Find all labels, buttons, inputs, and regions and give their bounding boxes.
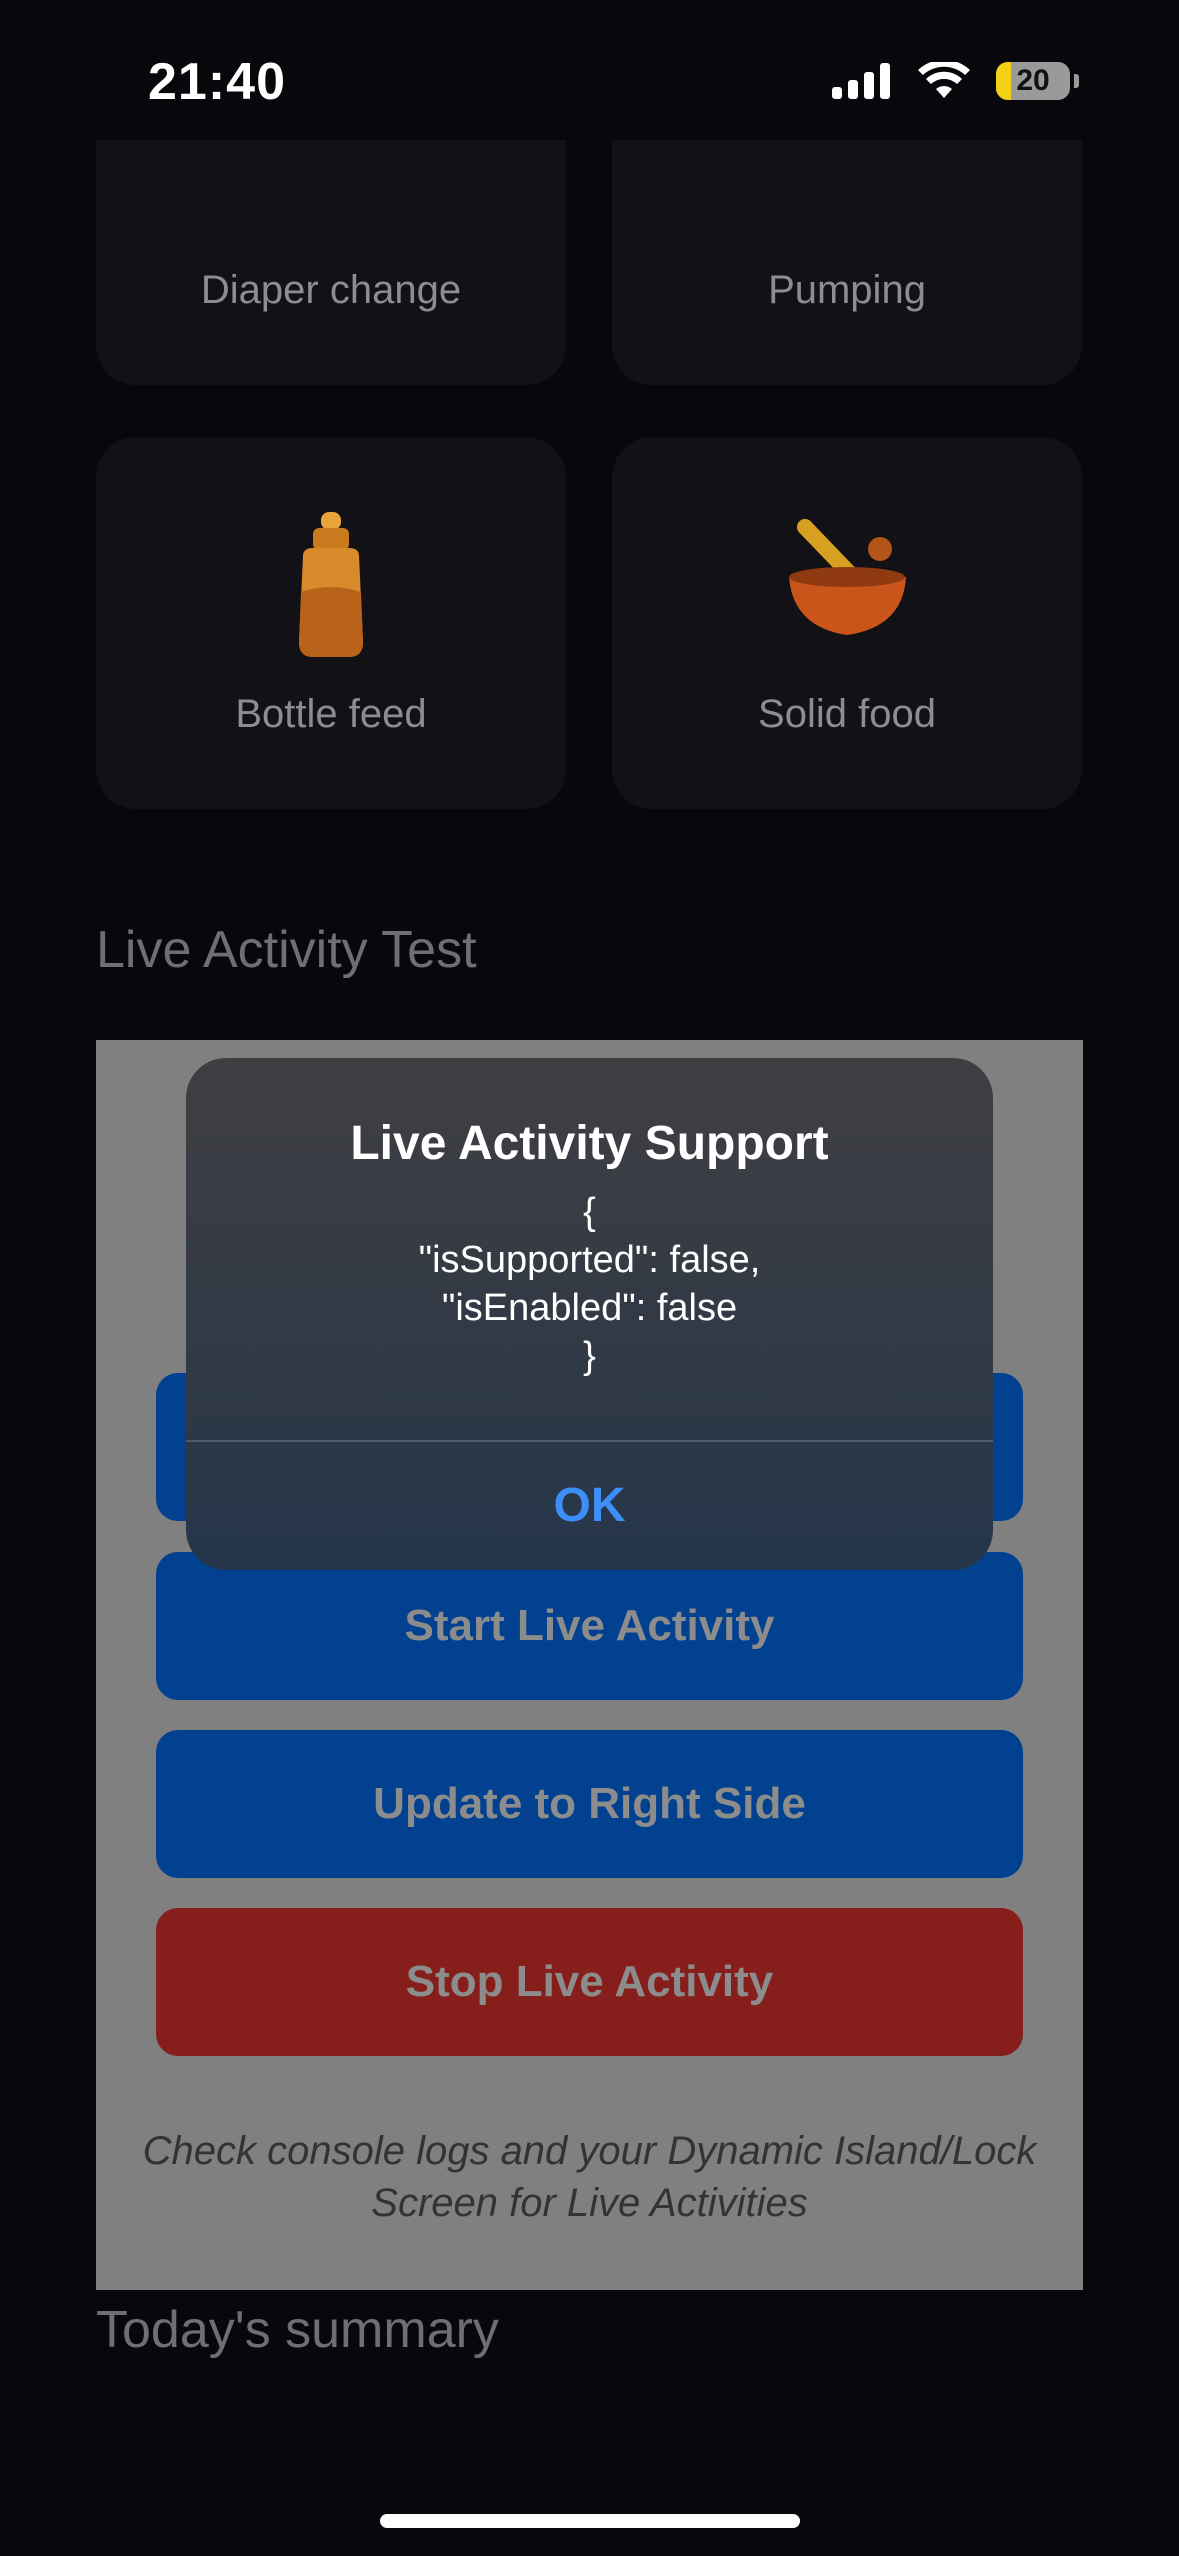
alert-title: Live Activity Support	[350, 1117, 829, 1170]
bottle-feed-card[interactable]: Bottle feed	[96, 437, 566, 809]
live-activity-support-alert: Live Activity Support { "isSupported": f…	[186, 1058, 993, 1570]
card-label: Solid food	[758, 692, 936, 736]
diaper-change-card[interactable]: Diaper change	[96, 140, 566, 385]
start-live-activity-button[interactable]: Start Live Activity	[156, 1552, 1023, 1700]
alert-ok-button[interactable]: OK	[186, 1442, 993, 1570]
card-label: Bottle feed	[235, 692, 427, 736]
live-activity-section-title: Live Activity Test	[96, 921, 477, 979]
card-label: Diaper change	[200, 268, 462, 312]
pumping-card[interactable]: Pumping	[612, 140, 1082, 385]
stop-live-activity-button[interactable]: Stop Live Activity	[156, 1908, 1023, 2056]
update-right-side-button[interactable]: Update to Right Side	[156, 1730, 1023, 1878]
baby-bottle-icon	[96, 512, 566, 662]
todays-summary-title: Today's summary	[96, 2301, 499, 2359]
home-indicator[interactable]	[380, 2514, 800, 2528]
bowl-icon	[612, 517, 1082, 647]
console-hint-text: Check console logs and your Dynamic Isla…	[142, 2129, 1037, 2225]
alert-message: { "isSupported": false, "isEnabled": fal…	[418, 1191, 761, 1377]
solid-food-card[interactable]: Solid food	[612, 437, 1082, 809]
card-label: Pumping	[768, 268, 926, 312]
